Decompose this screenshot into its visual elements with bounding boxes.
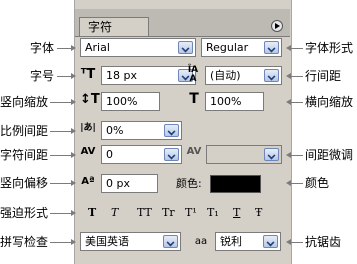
font-style-select[interactable]: Regular bbox=[201, 38, 282, 57]
arrow-icon bbox=[71, 210, 76, 216]
all-caps-button[interactable]: TT bbox=[137, 207, 152, 219]
kerning-icon: AV bbox=[186, 146, 202, 157]
language-value: 美国英语 bbox=[85, 235, 129, 248]
chevron-down-icon[interactable] bbox=[164, 148, 179, 161]
arrow-icon bbox=[71, 45, 76, 51]
font-style-value: Regular bbox=[206, 41, 249, 54]
font-size-select[interactable]: 18 px bbox=[101, 66, 196, 85]
subscript-button[interactable]: T₁ bbox=[207, 207, 219, 219]
font-size-value: 18 px bbox=[106, 69, 137, 82]
callout-leading: 行间距 bbox=[305, 69, 342, 83]
callout-antialias: 抗锯齿 bbox=[305, 235, 342, 249]
panel-menu-button[interactable] bbox=[271, 20, 283, 32]
callout-color: 颜色 bbox=[305, 176, 330, 190]
antialias-value: 锐利 bbox=[220, 235, 242, 248]
horizontal-scale-icon: T bbox=[189, 91, 199, 107]
tracking-value: 0 bbox=[106, 148, 113, 161]
tracking-select[interactable]: 0 bbox=[101, 145, 182, 164]
callout-tracking: 字符间距 bbox=[0, 148, 49, 162]
callout-size: 字号 bbox=[30, 69, 55, 83]
leader-line bbox=[291, 48, 303, 49]
baseline-shift-input[interactable]: 0 px bbox=[101, 174, 158, 193]
callout-kerning: 间距微调 bbox=[305, 148, 354, 162]
font-size-icon: ᵀT bbox=[80, 67, 96, 82]
leading-select[interactable]: (自动) bbox=[205, 66, 282, 85]
callout-tsume: 比例间距 bbox=[0, 124, 49, 138]
color-swatch[interactable] bbox=[210, 175, 261, 193]
arrow-icon bbox=[286, 152, 291, 158]
callout-font: 字体 bbox=[30, 41, 55, 55]
chevron-down-icon[interactable] bbox=[178, 41, 193, 54]
small-caps-button[interactable]: Tr bbox=[162, 207, 175, 219]
font-family-value: Arial bbox=[85, 41, 110, 54]
leader-line bbox=[50, 155, 73, 156]
leader-line bbox=[291, 76, 303, 77]
tsume-select[interactable]: 0% bbox=[101, 121, 182, 140]
arrow-icon bbox=[71, 180, 76, 186]
leader-line bbox=[291, 155, 303, 156]
arrow-icon bbox=[71, 99, 76, 105]
callout-spellcheck: 拼写检查 bbox=[0, 235, 49, 249]
arrow-icon bbox=[286, 45, 291, 51]
chevron-down-icon[interactable] bbox=[163, 235, 178, 248]
leader-line bbox=[291, 102, 303, 103]
horizontal-scale-input[interactable]: 100% bbox=[205, 92, 264, 111]
antialias-select[interactable]: 锐利 bbox=[215, 232, 281, 251]
callout-forced-style: 强迫形式 bbox=[0, 206, 49, 220]
leading-value: (自动) bbox=[210, 69, 241, 82]
arrow-icon bbox=[71, 152, 76, 158]
leader-line bbox=[291, 183, 303, 184]
font-family-select[interactable]: Arial bbox=[80, 38, 196, 57]
tab-character[interactable]: 字符 bbox=[79, 17, 149, 36]
strikethrough-button[interactable]: Ŧ bbox=[255, 207, 262, 219]
callout-baseline-shift: 竖向偏移 bbox=[0, 176, 49, 190]
chevron-down-icon[interactable] bbox=[264, 69, 279, 82]
antialias-icon: aa bbox=[194, 236, 208, 247]
arrow-icon bbox=[286, 180, 291, 186]
faux-bold-button[interactable]: T bbox=[88, 207, 96, 219]
color-label: 颜色: bbox=[176, 177, 202, 190]
arrow-icon bbox=[71, 239, 76, 245]
leading-icon: ÎA A bbox=[187, 65, 199, 84]
arrow-icon bbox=[286, 73, 291, 79]
arrow-icon bbox=[286, 239, 291, 245]
language-select[interactable]: 美国英语 bbox=[80, 232, 181, 251]
arrow-icon bbox=[71, 73, 76, 79]
vertical-scale-input[interactable]: 100% bbox=[101, 92, 160, 111]
leader-line bbox=[50, 102, 73, 103]
arrow-icon bbox=[71, 128, 76, 134]
callout-font-style: 字体形式 bbox=[305, 41, 354, 55]
callout-horizontal-scale: 横向缩放 bbox=[305, 95, 354, 109]
chevron-down-icon[interactable] bbox=[164, 124, 179, 137]
callout-vertical-scale: 竖向缩放 bbox=[0, 95, 49, 109]
leader-line bbox=[50, 242, 73, 243]
arrow-icon bbox=[286, 99, 291, 105]
tracking-icon: AV bbox=[80, 146, 96, 157]
leader-line bbox=[50, 213, 73, 214]
leader-line bbox=[291, 242, 303, 243]
leader-line bbox=[50, 183, 73, 184]
chevron-down-icon[interactable] bbox=[263, 235, 278, 248]
tsume-icon: |あ| bbox=[80, 123, 96, 133]
tsume-value: 0% bbox=[106, 124, 124, 137]
chevron-down-icon[interactable] bbox=[264, 148, 279, 161]
kerning-select[interactable] bbox=[206, 145, 282, 164]
faux-italic-button[interactable]: T bbox=[111, 207, 118, 219]
leader-line bbox=[50, 131, 73, 132]
underline-button[interactable]: T bbox=[233, 207, 240, 219]
baseline-shift-icon: Aª bbox=[81, 176, 95, 187]
superscript-button[interactable]: T¹ bbox=[185, 207, 197, 219]
chevron-down-icon[interactable] bbox=[264, 41, 279, 54]
vertical-scale-icon: ↕T bbox=[80, 92, 100, 107]
